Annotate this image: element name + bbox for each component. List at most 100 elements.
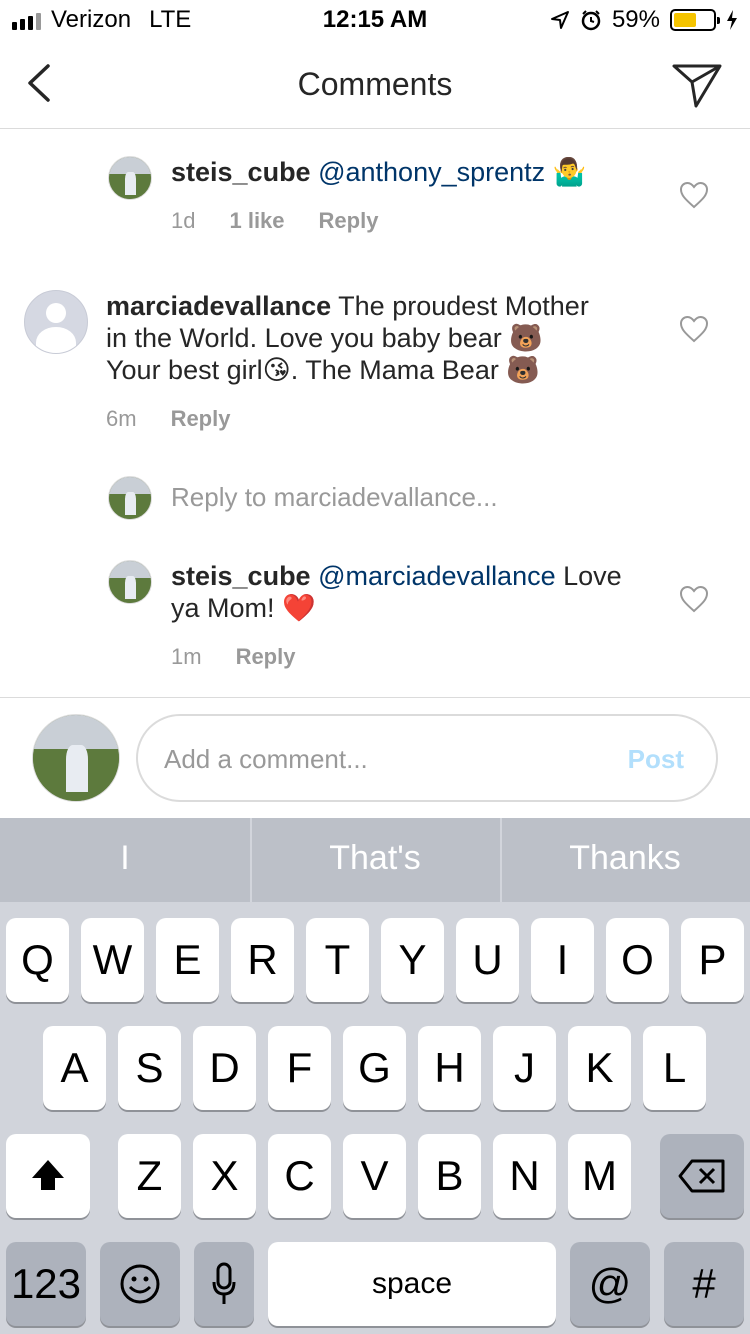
comment-mention[interactable]: @anthony_sprentz [318,157,545,187]
key-v[interactable]: V [343,1134,406,1218]
comment-input-placeholder: Add a comment... [164,744,368,774]
key-o-label: O [621,936,654,983]
space-key[interactable]: space [268,1242,556,1326]
at-key-label: @ [588,1260,632,1307]
key-d-label: D [209,1044,240,1091]
key-s-label: S [135,1044,164,1091]
key-a-label: A [60,1044,89,1091]
hash-key-label: # [692,1260,716,1307]
key-y[interactable]: Y [381,918,444,1002]
avatar [108,476,152,520]
heart-icon[interactable] [679,585,709,613]
alarm-icon [581,10,601,31]
reply-button[interactable]: Reply [171,406,231,432]
key-x[interactable]: X [193,1134,256,1218]
key-e-label: E [173,936,202,983]
post-button[interactable]: Post [628,744,684,775]
numbers-key[interactable]: 123 [6,1242,86,1326]
shift-arrow-icon [32,1160,64,1190]
key-i-label: I [556,936,569,983]
key-c[interactable]: C [268,1134,331,1218]
key-t[interactable]: T [306,918,369,1002]
backspace-icon [678,1159,725,1193]
key-j[interactable]: J [493,1026,556,1110]
key-x-label: X [210,1152,239,1199]
key-b[interactable]: B [418,1134,481,1218]
key-p[interactable]: P [681,918,744,1002]
key-z-label: Z [136,1152,163,1199]
battery-icon [670,9,720,31]
numbers-key-label: 123 [10,1260,82,1307]
avatar-placeholder[interactable] [24,290,88,354]
shift-key[interactable] [6,1134,90,1218]
key-b-label: B [435,1152,464,1199]
at-key[interactable]: @ [570,1242,650,1326]
comment-body-line: Love [563,561,622,591]
comment-username[interactable]: steis_cube [171,157,311,187]
divider [0,697,750,698]
key-f[interactable]: F [268,1026,331,1110]
key-h[interactable]: H [418,1026,481,1110]
key-s[interactable]: S [118,1026,181,1110]
reply-button[interactable]: Reply [236,644,296,670]
suggestion-1[interactable]: I [0,818,250,902]
key-l[interactable]: L [643,1026,706,1110]
key-y-label: Y [398,936,427,983]
key-n[interactable]: N [493,1134,556,1218]
paper-plane-icon[interactable] [670,58,724,112]
comment-body-line: ya Mom! ❤️ [171,593,316,623]
comment-input[interactable]: Add a comment... Post [136,714,718,802]
key-h-label: H [434,1044,465,1091]
location-arrow-icon [550,11,569,29]
key-j-label: J [514,1044,535,1091]
suggestion-2[interactable]: That's [250,818,500,902]
microphone-icon [212,1262,236,1304]
emoji-key[interactable] [100,1242,180,1326]
comment-text: marciadevallance The proudest Mother in … [106,290,666,386]
comment-meta: 6m Reply [106,406,230,432]
key-m[interactable]: M [568,1134,631,1218]
comment-body-line: The proudest Mother [338,291,589,321]
key-w[interactable]: W [81,918,144,1002]
key-g[interactable]: G [343,1026,406,1110]
emoji-face-icon [120,1264,160,1304]
key-z[interactable]: Z [118,1134,181,1218]
comment-mention[interactable]: @marciadevallance [318,561,556,591]
comment-meta: 1d 1 like Reply [171,208,378,234]
space-key-label: space [371,1267,453,1300]
key-l-label: L [662,1044,687,1091]
my-avatar [32,714,120,802]
comment-username[interactable]: steis_cube [171,561,311,591]
key-u[interactable]: U [456,918,519,1002]
reply-button[interactable]: Reply [319,208,379,234]
comment-body-line: in the World. Love you baby bear 🐻 [106,323,543,353]
avatar[interactable] [108,560,152,604]
dictation-key[interactable] [194,1242,254,1326]
comment-likes[interactable]: 1 like [229,208,284,234]
avatar[interactable] [108,156,152,200]
key-c-label: C [284,1152,315,1199]
key-q[interactable]: Q [6,918,69,1002]
key-n-label: N [509,1152,540,1199]
reply-prompt[interactable]: Reply to marciadevallance... [171,482,498,513]
key-i[interactable]: I [531,918,594,1002]
hash-key[interactable]: # [664,1242,744,1326]
key-r[interactable]: R [231,918,294,1002]
delete-key[interactable] [660,1134,744,1218]
key-o[interactable]: O [606,918,669,1002]
key-m-label: M [582,1152,617,1199]
key-d[interactable]: D [193,1026,256,1110]
comment-text: steis_cube @anthony_sprentz 🤷‍♂️ [171,156,651,188]
key-k[interactable]: K [568,1026,631,1110]
suggestion-3[interactable]: Thanks [500,818,750,902]
key-a[interactable]: A [43,1026,106,1110]
key-w-label: W [92,936,133,983]
key-u-label: U [472,936,503,983]
comment-username[interactable]: marciadevallance [106,291,331,321]
key-e[interactable]: E [156,918,219,1002]
key-r-label: R [247,936,278,983]
nav-bar: Comments [0,40,750,129]
key-f-label: F [286,1044,313,1091]
heart-icon[interactable] [679,315,709,343]
heart-icon[interactable] [679,181,709,209]
